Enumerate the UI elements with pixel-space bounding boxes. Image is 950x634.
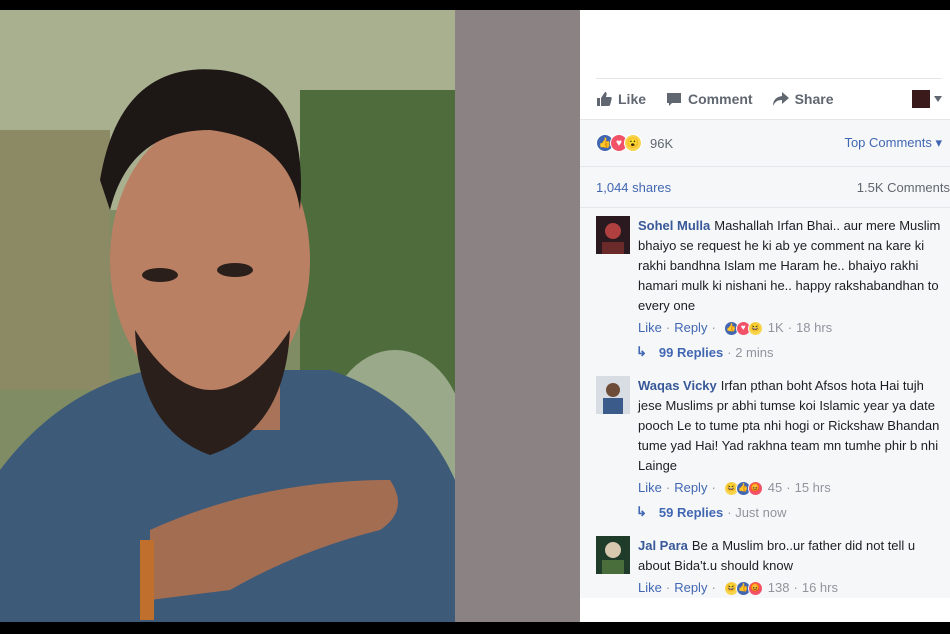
comment-item: Waqas Vicky Irfan pthan boht Afsos hota H… [580, 368, 950, 498]
post-as-selector[interactable] [912, 90, 942, 108]
sort-label: Top Comments [844, 135, 932, 150]
comment-time[interactable]: 15 hrs [795, 478, 831, 498]
thumbs-up-icon [597, 92, 612, 106]
post-actions-bar: Like Comment Share [580, 79, 950, 120]
comment-item: Jal Para Be a Muslim bro..ur father did n… [580, 528, 950, 598]
share-button[interactable]: Share [772, 91, 834, 107]
post-photo[interactable] [0, 10, 455, 622]
comment-reaction-count[interactable]: 138 [768, 578, 790, 598]
comment-reaction-icons[interactable]: 😆 👍 😡 [723, 480, 763, 496]
comments-count[interactable]: 1.5K Comments [857, 180, 950, 195]
comment-reply-link[interactable]: Reply [674, 578, 707, 598]
comment-button[interactable]: Comment [666, 91, 753, 107]
shares-row: 1,044 shares 1.5K Comments [580, 167, 950, 208]
comment-like-link[interactable]: Like [638, 478, 662, 498]
comment-reply-link[interactable]: Reply [674, 318, 707, 338]
avatar [912, 90, 930, 108]
like-label: Like [618, 91, 647, 107]
share-arrow-icon [772, 92, 789, 106]
panel-header-space [596, 10, 942, 79]
comment-reaction-count[interactable]: 45 [768, 478, 782, 498]
replies-count: 99 Replies [658, 344, 724, 360]
reaction-count[interactable]: 96K [650, 136, 673, 151]
portrait-image [0, 10, 455, 622]
comment-like-link[interactable]: Like [638, 578, 662, 598]
chevron-down-icon [934, 96, 942, 102]
speech-bubble-icon [667, 93, 682, 106]
comment-reaction-count[interactable]: 1K [768, 318, 784, 338]
divider-gap [455, 10, 580, 622]
shares-link[interactable]: 1,044 shares [596, 180, 671, 195]
share-label: Share [794, 91, 834, 107]
comment-meta: Like · Reply · 👍 ♥ 😆 1K · 18 hrs [638, 318, 942, 338]
comment-item: Sohel Mulla Mashallah Irfan Bhai.. aur me… [580, 208, 950, 338]
view-replies-link[interactable]: ↳ 99 Replies · 2 mins [580, 338, 950, 368]
comment-meta: Like · Reply · 😆 👍 😡 45 · 15 hrs [638, 478, 942, 498]
wow-reaction-icon: 😮 [624, 134, 642, 152]
comment-author[interactable]: Waqas Vicky [638, 378, 717, 393]
reply-arrow-icon: ↳ [636, 504, 647, 519]
comment-author[interactable]: Jal Para [638, 538, 688, 553]
comment-reaction-icons[interactable]: 😆 👍 😡 [723, 580, 763, 596]
reactions-summary: 👍 ♥ 😮 96K Top Comments ▾ [580, 120, 950, 167]
comment-reply-link[interactable]: Reply [674, 478, 707, 498]
reply-arrow-icon: ↳ [636, 344, 647, 359]
avatar[interactable] [596, 216, 630, 254]
comment-label: Comment [688, 91, 753, 107]
comment-author[interactable]: Sohel Mulla [638, 218, 710, 233]
reaction-icons[interactable]: 👍 ♥ 😮 [596, 134, 642, 152]
comment-time[interactable]: 18 hrs [796, 318, 832, 338]
comment-meta: Like · Reply · 😆 👍 😡 138 · 16 hrs [638, 578, 942, 598]
replies-count: 59 Replies [658, 504, 724, 520]
top-comments-sort[interactable]: Top Comments ▾ [844, 135, 942, 151]
avatar[interactable] [596, 376, 630, 414]
like-button[interactable]: Like [596, 91, 646, 107]
replies-time: Just now [735, 504, 787, 520]
avatar[interactable] [596, 536, 630, 574]
comments-panel: Like Comment Share 👍 ♥ 😮 96K Top Comment… [580, 10, 950, 622]
comment-like-link[interactable]: Like [638, 318, 662, 338]
view-replies-link[interactable]: ↳ 59 Replies · Just now [580, 498, 950, 528]
comments-section: 👍 ♥ 😮 96K Top Comments ▾ 1,044 shares 1.… [580, 120, 950, 598]
comment-time[interactable]: 16 hrs [802, 578, 838, 598]
comment-reaction-icons[interactable]: 👍 ♥ 😆 [723, 320, 763, 336]
replies-time: 2 mins [735, 344, 774, 360]
bottom-bar [0, 622, 950, 634]
